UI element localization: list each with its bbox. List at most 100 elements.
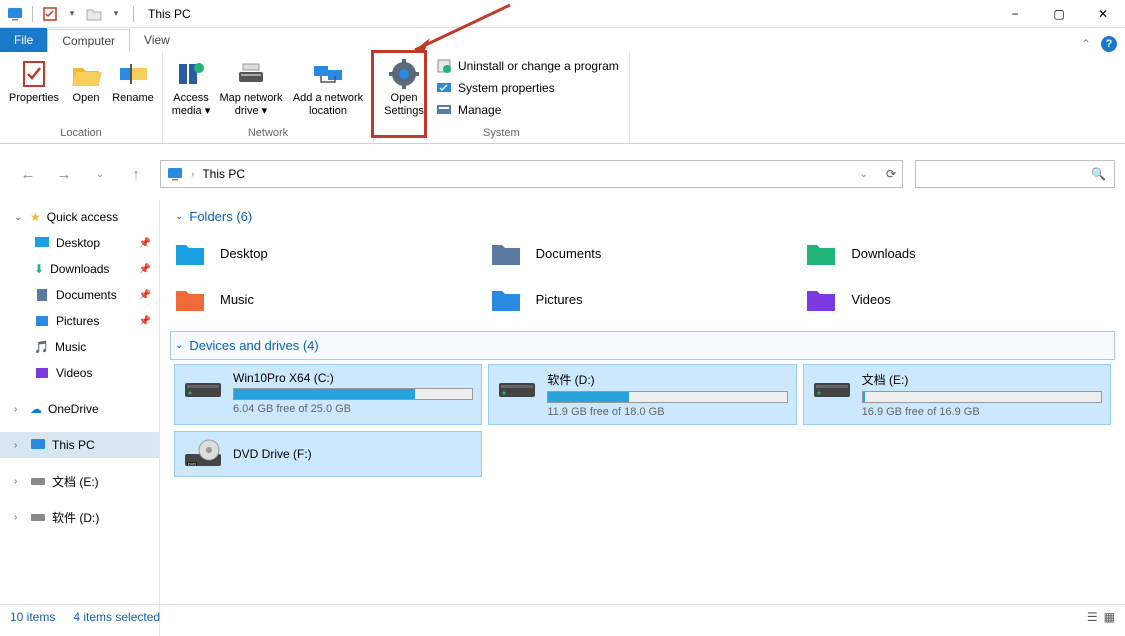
tree-onedrive[interactable]: › ☁ OneDrive xyxy=(0,396,159,422)
add-network-location-button[interactable]: Add a network location xyxy=(287,56,369,118)
ribbon-group-location: Properties Open Rename Location xyxy=(0,52,163,143)
drive-icon xyxy=(30,509,46,525)
folder-item[interactable]: Pictures xyxy=(490,283,796,315)
ribbon-collapse-icon[interactable]: ⌃ xyxy=(1081,37,1091,51)
search-input[interactable]: 🔍 xyxy=(915,160,1115,188)
help-icon[interactable]: ? xyxy=(1101,36,1117,52)
window-title: This PC xyxy=(148,7,191,21)
folder-item[interactable]: Documents xyxy=(490,237,796,269)
pin-icon: 📌 xyxy=(139,316,151,327)
tree-drive-d[interactable]: › 软件 (D:) xyxy=(0,504,159,530)
tree-desktop[interactable]: Desktop📌 xyxy=(0,230,159,256)
system-properties-link[interactable]: System properties xyxy=(436,80,619,96)
navigation-pane: ⌄ ★ Quick access Desktop📌 ⬇ Downloads📌 D… xyxy=(0,200,160,636)
videos-icon xyxy=(34,365,50,381)
tree-videos[interactable]: Videos xyxy=(0,360,159,386)
minimize-button[interactable]: − xyxy=(993,0,1037,28)
ribbon-group-network: Access media ▾ Map network drive ▾ Add a… xyxy=(163,52,374,143)
downloads-icon: ⬇ xyxy=(34,262,44,276)
section-folders[interactable]: ⌄ Folders (6) xyxy=(170,202,1115,231)
forward-button[interactable]: → xyxy=(52,166,76,183)
folder-icon xyxy=(805,237,837,269)
titlebar: ▾ ▾ This PC − ▢ ✕ xyxy=(0,0,1125,28)
breadcrumb-thispc[interactable]: This PC xyxy=(202,167,245,181)
folder-item[interactable]: Videos xyxy=(805,283,1111,315)
tab-file[interactable]: File xyxy=(0,28,47,52)
folder-icon xyxy=(805,283,837,315)
qat-folder-icon[interactable] xyxy=(85,5,103,23)
drive-usage-bar xyxy=(233,388,473,400)
address-dropdown-icon[interactable]: ⌄ xyxy=(860,169,868,180)
star-icon: ★ xyxy=(30,210,41,224)
qat-dropdown-icon[interactable]: ▾ xyxy=(63,5,81,23)
chevron-down-icon: ⌄ xyxy=(175,211,183,222)
drive-item[interactable]: DVDDVD Drive (F:) xyxy=(174,431,482,477)
folder-icon xyxy=(174,283,206,315)
tree-quick-access[interactable]: ⌄ ★ Quick access xyxy=(0,204,159,230)
folder-item[interactable]: Desktop xyxy=(174,237,480,269)
maximize-button[interactable]: ▢ xyxy=(1037,0,1081,28)
folder-icon xyxy=(490,237,522,269)
back-button[interactable]: ← xyxy=(16,166,40,183)
nav-row: ← → ⌄ ↑ › This PC ⌄ ⟳ 🔍 xyxy=(0,156,1125,192)
drive-icon xyxy=(183,371,223,403)
chevron-right-icon: › xyxy=(14,440,24,451)
pin-icon: 📌 xyxy=(139,290,151,301)
folder-icon xyxy=(174,237,206,269)
uninstall-link[interactable]: Uninstall or change a program xyxy=(436,58,619,74)
ribbon-group-system: Open Settings Uninstall or change a prog… xyxy=(374,52,630,143)
manage-link[interactable]: Manage xyxy=(436,102,619,118)
tree-this-pc[interactable]: › This PC xyxy=(0,432,159,458)
music-icon: 🎵 xyxy=(34,340,49,354)
onedrive-icon: ☁ xyxy=(30,402,42,416)
drive-icon xyxy=(812,371,852,403)
tree-drive-e[interactable]: › 文档 (E:) xyxy=(0,468,159,494)
drive-item[interactable]: 软件 (D:)11.9 GB free of 18.0 GB xyxy=(488,364,796,425)
up-button[interactable]: ↑ xyxy=(124,166,148,183)
status-bar: 10 items 4 items selected ☰ ▦ xyxy=(0,604,1125,628)
content-pane: ⌄ Folders (6) Desktop Documents Downloads M… xyxy=(160,196,1125,636)
properties-button[interactable]: Properties xyxy=(4,56,64,118)
drive-item[interactable]: Win10Pro X64 (C:)6.04 GB free of 25.0 GB xyxy=(174,364,482,425)
pin-icon: 📌 xyxy=(139,264,151,275)
address-bar[interactable]: › This PC ⌄ ⟳ xyxy=(160,160,903,188)
drive-usage-bar xyxy=(547,391,787,403)
thispc-icon xyxy=(30,437,46,453)
ribbon-tabs: File Computer View ⌃ ? xyxy=(0,28,1125,52)
chevron-down-icon: ⌄ xyxy=(175,340,183,351)
drive-icon xyxy=(497,371,537,403)
tab-computer[interactable]: Computer xyxy=(47,29,130,53)
tab-view[interactable]: View xyxy=(130,28,184,52)
chevron-right-icon: › xyxy=(14,512,24,523)
map-drive-button[interactable]: Map network drive ▾ xyxy=(215,56,287,118)
tree-downloads[interactable]: ⬇ Downloads📌 xyxy=(0,256,159,282)
refresh-button[interactable]: ⟳ xyxy=(886,167,896,181)
tree-pictures[interactable]: Pictures📌 xyxy=(0,308,159,334)
pictures-icon xyxy=(34,313,50,329)
thispc-crumb-icon xyxy=(167,166,183,182)
close-button[interactable]: ✕ xyxy=(1081,0,1125,28)
status-item-count: 10 items xyxy=(10,610,55,624)
qat-properties-icon[interactable] xyxy=(41,5,59,23)
chevron-right-icon: › xyxy=(14,404,24,415)
qat-dropdown2-icon[interactable]: ▾ xyxy=(107,5,125,23)
open-button[interactable]: Open xyxy=(64,56,108,118)
ribbon: Properties Open Rename Location Access m… xyxy=(0,52,1125,144)
section-drives[interactable]: ⌄ Devices and drives (4) xyxy=(170,331,1115,360)
drive-item[interactable]: 文档 (E:)16.9 GB free of 16.9 GB xyxy=(803,364,1111,425)
rename-button[interactable]: Rename xyxy=(108,56,158,118)
folder-icon xyxy=(490,283,522,315)
open-settings-button[interactable]: Open Settings xyxy=(378,56,430,118)
folder-item[interactable]: Downloads xyxy=(805,237,1111,269)
large-icons-view-icon[interactable]: ▦ xyxy=(1104,610,1115,624)
recent-dropdown[interactable]: ⌄ xyxy=(88,169,112,180)
tree-music[interactable]: 🎵 Music xyxy=(0,334,159,360)
access-media-button[interactable]: Access media ▾ xyxy=(167,56,215,118)
thispc-icon xyxy=(6,5,24,23)
folder-item[interactable]: Music xyxy=(174,283,480,315)
chevron-right-icon: › xyxy=(14,476,24,487)
tree-documents[interactable]: Documents📌 xyxy=(0,282,159,308)
documents-icon xyxy=(34,287,50,303)
details-view-icon[interactable]: ☰ xyxy=(1087,610,1098,624)
desktop-icon xyxy=(34,235,50,251)
